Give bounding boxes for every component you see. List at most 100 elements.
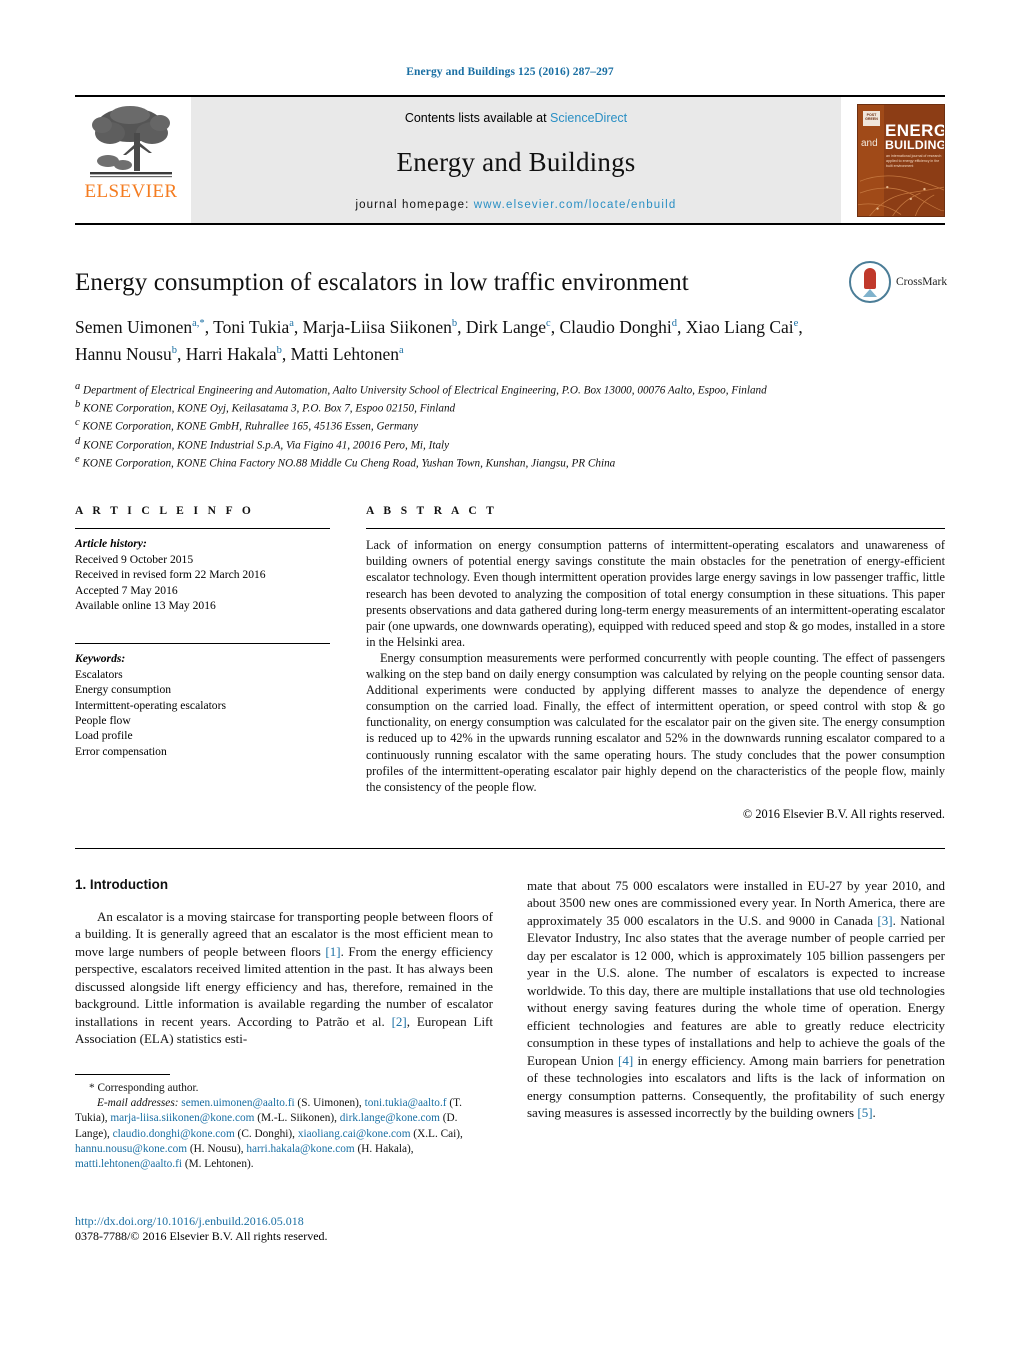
article-history-label: Article history: xyxy=(75,537,147,551)
body-separator-rule xyxy=(75,847,945,849)
masthead-center: Contents lists available at ScienceDirec… xyxy=(191,97,841,223)
affiliation-item: e KONE Corporation, KONE China Factory N… xyxy=(75,453,616,470)
author-affiliation-mark: a xyxy=(289,318,294,329)
sciencedirect-link[interactable]: ScienceDirect xyxy=(550,111,627,125)
cover-badge: POST GREEN xyxy=(863,110,880,126)
abstract-paragraph: Energy consumption measurements were per… xyxy=(366,650,945,794)
paragraph: An escalator is a moving staircase for t… xyxy=(75,908,493,1048)
journal-title: Energy and Buildings xyxy=(396,146,636,177)
author-email-link[interactable]: dirk.lange@kone.com xyxy=(340,1112,440,1124)
journal-homepage-link[interactable]: www.elsevier.com/locate/enbuild xyxy=(474,199,677,211)
article-history-items: Received 9 October 2015 Received in revis… xyxy=(75,552,330,614)
title-zone: Energy consumption of escalators in low … xyxy=(75,261,947,472)
abstract-body: Lack of information on energy consumptio… xyxy=(366,529,945,795)
keyword-item: Energy consumption xyxy=(75,683,172,697)
affiliation-mark: e xyxy=(75,453,80,465)
affiliation-item: d KONE Corporation, KONE Industrial S.p.… xyxy=(75,435,450,452)
abstract-paragraph: Lack of information on energy consumptio… xyxy=(366,538,945,649)
body-column-right: mate that about 75 000 escalators were i… xyxy=(527,877,945,1173)
footnote-block: * Corresponding author. E-mail addresses… xyxy=(75,1081,493,1173)
affiliation-item: c KONE Corporation, KONE GmbH, Ruhrallee… xyxy=(75,417,419,434)
citation-ref-3[interactable]: [3] xyxy=(877,913,892,928)
journal-cover-block: POST GREEN and ENERGY BUILDINGS an inter… xyxy=(845,97,945,223)
author-affiliation-mark: e xyxy=(793,318,799,329)
doi-link[interactable]: http://dx.doi.org/10.1016/j.enbuild.2016… xyxy=(75,1214,328,1230)
citation-ref-5[interactable]: [5] xyxy=(857,1105,872,1120)
author-email-link[interactable]: hannu.nousu@kone.com xyxy=(75,1143,187,1155)
author-affiliation-mark: b xyxy=(276,344,282,356)
author-affiliation-mark: c xyxy=(546,318,551,329)
author-email-link[interactable]: xiaoliang.cai@kone.com xyxy=(298,1128,411,1140)
page-title: Energy consumption of escalators in low … xyxy=(75,269,689,296)
citation-ref-4[interactable]: [4] xyxy=(618,1053,633,1068)
journal-masthead: ELSEVIER Contents lists available at Sci… xyxy=(75,95,945,225)
email-owner-name: (M. Lehtonen). xyxy=(182,1158,254,1171)
article-info-heading: A R T I C L E I N F O xyxy=(75,505,255,518)
author-name: Hannu Nousu xyxy=(75,343,172,364)
cover-artwork xyxy=(858,174,944,216)
body-column-left: 1. Introduction An escalator is a moving… xyxy=(75,876,493,1243)
author-affiliation-mark: a xyxy=(398,344,404,356)
keyword-item: Escalators xyxy=(75,667,123,681)
crossmark-label: CrossMark xyxy=(896,276,948,288)
publication-footer: http://dx.doi.org/10.1016/j.enbuild.2016… xyxy=(75,1214,328,1245)
email-owner-name: (H. Hakala), xyxy=(354,1142,414,1155)
contents-available-line: Contents lists available at ScienceDirec… xyxy=(405,111,627,125)
keywords-label: Keywords: xyxy=(75,652,126,666)
author-email-link[interactable]: matti.lehtonen@aalto.fi xyxy=(75,1158,182,1170)
affiliation-list: a Department of Electrical Engineering a… xyxy=(75,380,945,472)
email-addresses-line: E-mail addresses: semen.uimonen@aalto.fi… xyxy=(75,1096,493,1172)
author-affiliation-mark: b xyxy=(451,318,458,329)
abstract-copyright: © 2016 Elsevier B.V. All rights reserved… xyxy=(742,806,945,821)
crossmark-badge[interactable]: CrossMark xyxy=(849,259,948,305)
affiliation-mark: b xyxy=(75,398,81,410)
keywords-block: Keywords: Escalators Energy consumption In… xyxy=(75,636,330,759)
body-columns: 1. Introduction An escalator is a moving… xyxy=(75,876,945,1243)
author-list: Semen Uimonena,*, Toni Tukiaa, Marja-Lii… xyxy=(75,316,803,364)
author-name: Claudio Donghi xyxy=(559,316,672,337)
email-addresses-label: E-mail addresses: xyxy=(97,1097,182,1110)
intro-text-part: . National Elevator Industry, Inc also s… xyxy=(527,912,946,1068)
corresponding-author-note: * Corresponding author. xyxy=(89,1081,199,1094)
journal-homepage-line: journal homepage: www.elsevier.com/locat… xyxy=(355,199,676,211)
author-email-link[interactable]: harri.hakala@kone.com xyxy=(246,1143,354,1155)
email-owner-name: (H. Nousu), xyxy=(187,1142,247,1155)
article-history-item: Received 9 October 2015 xyxy=(75,552,194,566)
author-name: Toni Tukia xyxy=(213,316,290,337)
section-number: 1. xyxy=(75,876,87,892)
keyword-items: Escalators Energy consumption Intermittent… xyxy=(75,667,330,759)
citation-ref-2[interactable]: [2] xyxy=(392,1014,407,1029)
intro-right-text: mate that about 75 000 escalators were i… xyxy=(527,877,945,1122)
article-history-item: Accepted 7 May 2016 xyxy=(75,583,178,597)
author-email-link[interactable]: toni.tukia@aalto.f xyxy=(365,1097,447,1109)
elsevier-logo-block: ELSEVIER xyxy=(75,97,187,223)
running-head: Energy and Buildings 125 (2016) 287–297 xyxy=(406,66,614,78)
footnote-rule xyxy=(75,1073,170,1075)
affiliation-mark: d xyxy=(75,435,81,447)
article-history-item: Received in revised form 22 March 2016 xyxy=(75,568,266,582)
author-name: Harri Hakala xyxy=(185,343,277,364)
info-abstract-row: A R T I C L E I N F O Article history: R… xyxy=(75,505,945,822)
affiliation-item: b KONE Corporation, KONE Oyj, Keilasatam… xyxy=(75,398,456,415)
elsevier-wordmark: ELSEVIER xyxy=(84,181,178,202)
article-history-block: Article history: Received 9 October 2015… xyxy=(75,529,330,613)
author-email-link[interactable]: marja-liisa.siikonen@kone.com xyxy=(110,1112,254,1124)
affiliation-mark: c xyxy=(75,417,80,429)
author-name: Matti Lehtonen xyxy=(290,343,399,364)
keyword-item: Load profile xyxy=(75,729,133,743)
author-affiliation-mark: d xyxy=(671,318,677,329)
author-email-link[interactable]: claudio.donghi@kone.com xyxy=(113,1128,235,1140)
citation-ref-1[interactable]: [1] xyxy=(325,944,340,959)
intro-left-text: An escalator is a moving staircase for t… xyxy=(75,908,493,1048)
affiliation-item: a Department of Electrical Engineering a… xyxy=(75,380,767,397)
abstract-heading: A B S T R A C T xyxy=(366,505,498,518)
author-email-link[interactable]: semen.uimonen@aalto.fi xyxy=(181,1097,294,1109)
article-history-item: Available online 13 May 2016 xyxy=(75,598,216,612)
elsevier-tree-icon xyxy=(90,106,172,178)
author-affiliation-mark: b xyxy=(171,344,177,356)
journal-cover-thumbnail: POST GREEN and ENERGY BUILDINGS an inter… xyxy=(857,103,945,217)
section-title-text: Introduction xyxy=(89,876,169,892)
intro-text-part: . xyxy=(872,1105,876,1121)
keyword-item: People flow xyxy=(75,713,131,727)
email-owner-name: (M.-L. Siikonen), xyxy=(254,1112,340,1125)
